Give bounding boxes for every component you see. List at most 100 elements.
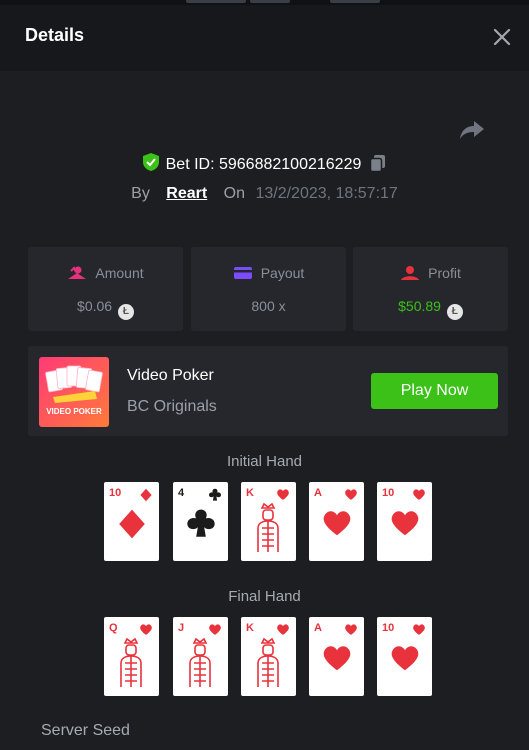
profit-card: Profit $50.89 Ł [353, 247, 508, 331]
copy-icon[interactable] [369, 154, 387, 179]
playing-card: K [241, 617, 296, 696]
playing-card: J [173, 617, 228, 696]
server-seed-label: Server Seed [41, 722, 130, 739]
card-rank: A [314, 487, 322, 499]
game-thumbnail[interactable]: VIDEO POKER [39, 357, 109, 427]
card-center [116, 508, 148, 545]
card-corner-suit [139, 488, 153, 507]
initial-hand-title: Initial Hand [226, 453, 303, 470]
card-center [185, 637, 215, 694]
shield-check-icon [142, 152, 160, 179]
face-card-figure-icon [120, 637, 142, 687]
heart-icon [345, 489, 357, 500]
playing-card: A [309, 482, 364, 561]
card-rank: Q [109, 622, 118, 634]
playing-card: Q [104, 617, 159, 696]
amount-value: $0.06 [77, 298, 113, 314]
card-center [321, 508, 353, 545]
amount-icon [68, 266, 87, 279]
cards-fan-icon [45, 365, 103, 403]
top-strip-fragment [186, 0, 246, 3]
card-rank: 10 [382, 622, 395, 634]
bet-meta-line: By Reart On 13/2/2023, 18:57:17 [0, 183, 529, 205]
card-rank: K [246, 622, 254, 634]
heart-icon [391, 646, 419, 671]
profit-value: $50.89 [398, 298, 441, 314]
payout-card: Payout 800 x [191, 247, 346, 331]
bet-id-label: Bet ID: [165, 156, 215, 173]
game-name: Video Poker [127, 367, 214, 384]
card-corner-suit [208, 488, 222, 507]
profit-icon [401, 266, 420, 280]
diamond-icon [119, 509, 145, 539]
card-center [253, 637, 283, 694]
card-rank: 10 [109, 487, 122, 499]
heart-icon [209, 624, 221, 635]
heart-icon [140, 624, 152, 635]
profit-label: Profit [428, 265, 461, 281]
top-strip-fragment [250, 0, 290, 3]
card-rank: J [178, 622, 185, 634]
bet-id-line: Bet ID: 5966882100216229 [0, 152, 529, 179]
diamond-icon [140, 488, 152, 502]
playing-card: 10 [104, 482, 159, 561]
bet-id-value: 5966882100216229 [218, 156, 362, 173]
card-corner-suit [344, 488, 358, 507]
payout-value: 800 x [251, 298, 286, 314]
card-center [116, 637, 146, 694]
card-corner-suit [412, 623, 426, 642]
thumbnail-label: VIDEO POKER [46, 407, 102, 416]
final-hand-title: Final Hand [228, 588, 301, 605]
face-card-figure-icon [189, 637, 211, 687]
playing-card: 4 [173, 482, 228, 561]
share-icon[interactable] [458, 118, 486, 142]
card-rank: 4 [178, 487, 185, 499]
amount-label-row: Amount [28, 264, 183, 282]
username-link[interactable]: Reart [166, 185, 207, 202]
amount-label: Amount [95, 265, 144, 281]
playing-card: K [241, 482, 296, 561]
game-provider: BC Originals [127, 398, 217, 415]
heart-icon [277, 624, 289, 635]
card-center [389, 508, 421, 545]
dialog-title: Details [25, 25, 85, 45]
card-center [389, 643, 421, 680]
game-card: VIDEO POKER Video Poker BC Originals Pla… [28, 346, 508, 436]
payout-label-row: Payout [191, 264, 346, 282]
close-icon[interactable] [490, 25, 514, 49]
heart-icon [413, 624, 425, 635]
card-center [321, 643, 353, 680]
playing-card: 10 [377, 482, 432, 561]
card-rank: K [246, 487, 254, 499]
heart-icon [323, 511, 351, 536]
playing-card: 10 [377, 617, 432, 696]
by-label: By [131, 185, 150, 202]
amount-card: Amount $0.06 Ł [28, 247, 183, 331]
top-strip-fragment [330, 0, 380, 3]
amount-value-row: $0.06 Ł [28, 297, 183, 320]
heart-icon [323, 646, 351, 671]
heart-icon [345, 624, 357, 635]
card-icon [233, 267, 252, 279]
card-rank: 10 [382, 487, 395, 499]
card-center [185, 508, 217, 545]
card-corner-suit [412, 488, 426, 507]
card-center [253, 502, 283, 559]
card-rank: A [314, 622, 322, 634]
payout-label: Payout [260, 265, 305, 281]
on-label: On [223, 185, 245, 202]
heart-icon [277, 489, 289, 500]
coin-icon: Ł [446, 304, 463, 320]
face-card-figure-icon [257, 502, 279, 552]
profit-value-row: $50.89 Ł [353, 297, 508, 320]
bet-datetime: 13/2/2023, 18:57:17 [255, 185, 398, 202]
card-corner-suit [344, 623, 358, 642]
payout-value-row: 800 x [191, 297, 346, 315]
club-icon [187, 509, 215, 537]
dialog-header: Details [0, 5, 529, 71]
play-now-button[interactable]: Play Now [371, 373, 498, 409]
heart-icon [391, 511, 419, 536]
playing-card: A [309, 617, 364, 696]
coin-icon: Ł [117, 304, 134, 320]
profit-label-row: Profit [353, 264, 508, 282]
